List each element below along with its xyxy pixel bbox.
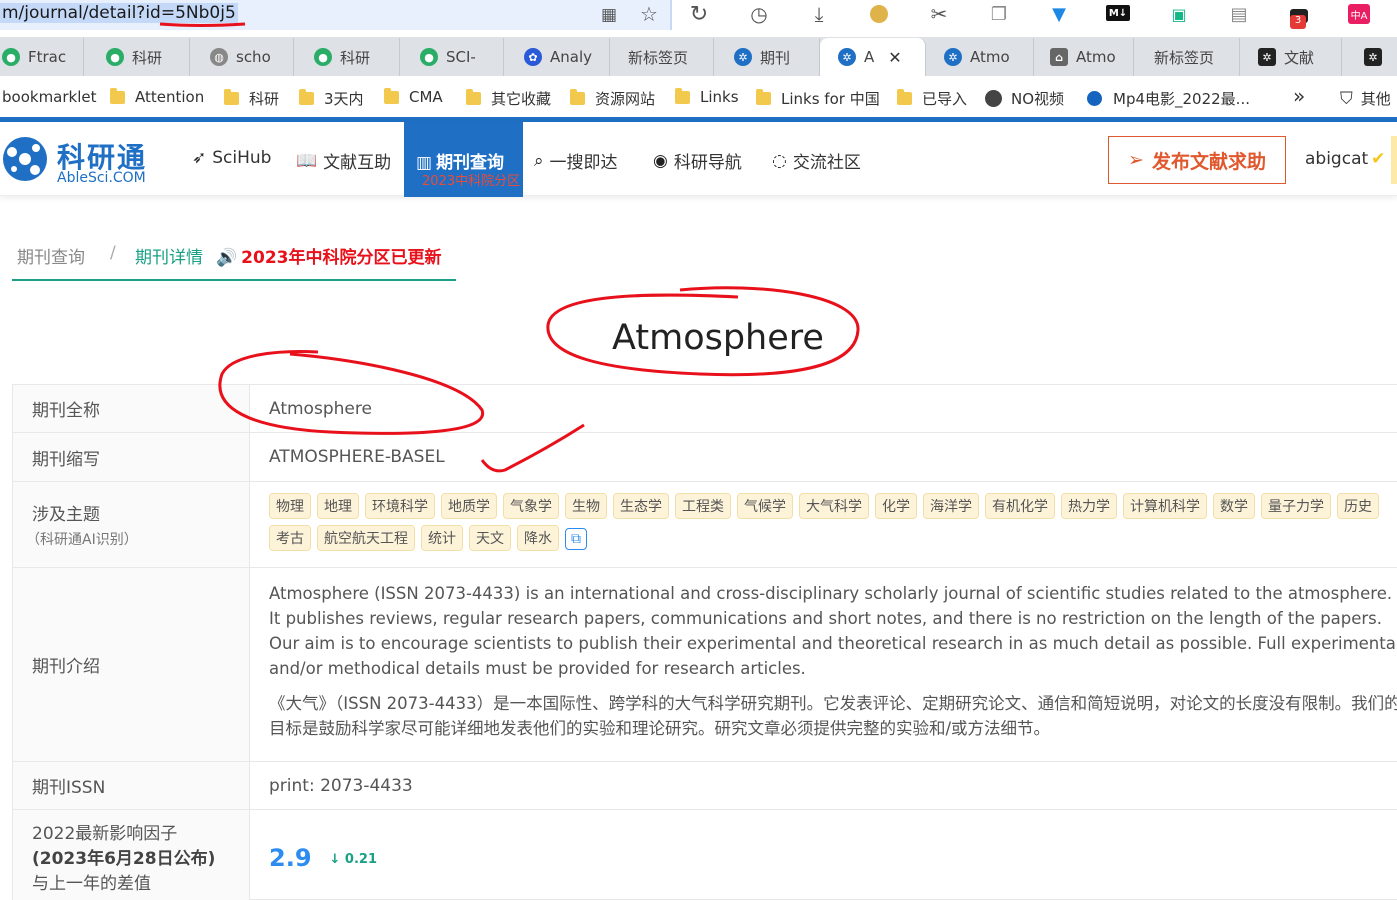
red-annotation-overlay <box>159 22 860 473</box>
title-circle-annotation <box>546 286 860 377</box>
checkmark-annotation <box>480 423 585 473</box>
url-underline-annotation <box>159 22 246 27</box>
fullname-circle-annotation <box>218 350 485 435</box>
